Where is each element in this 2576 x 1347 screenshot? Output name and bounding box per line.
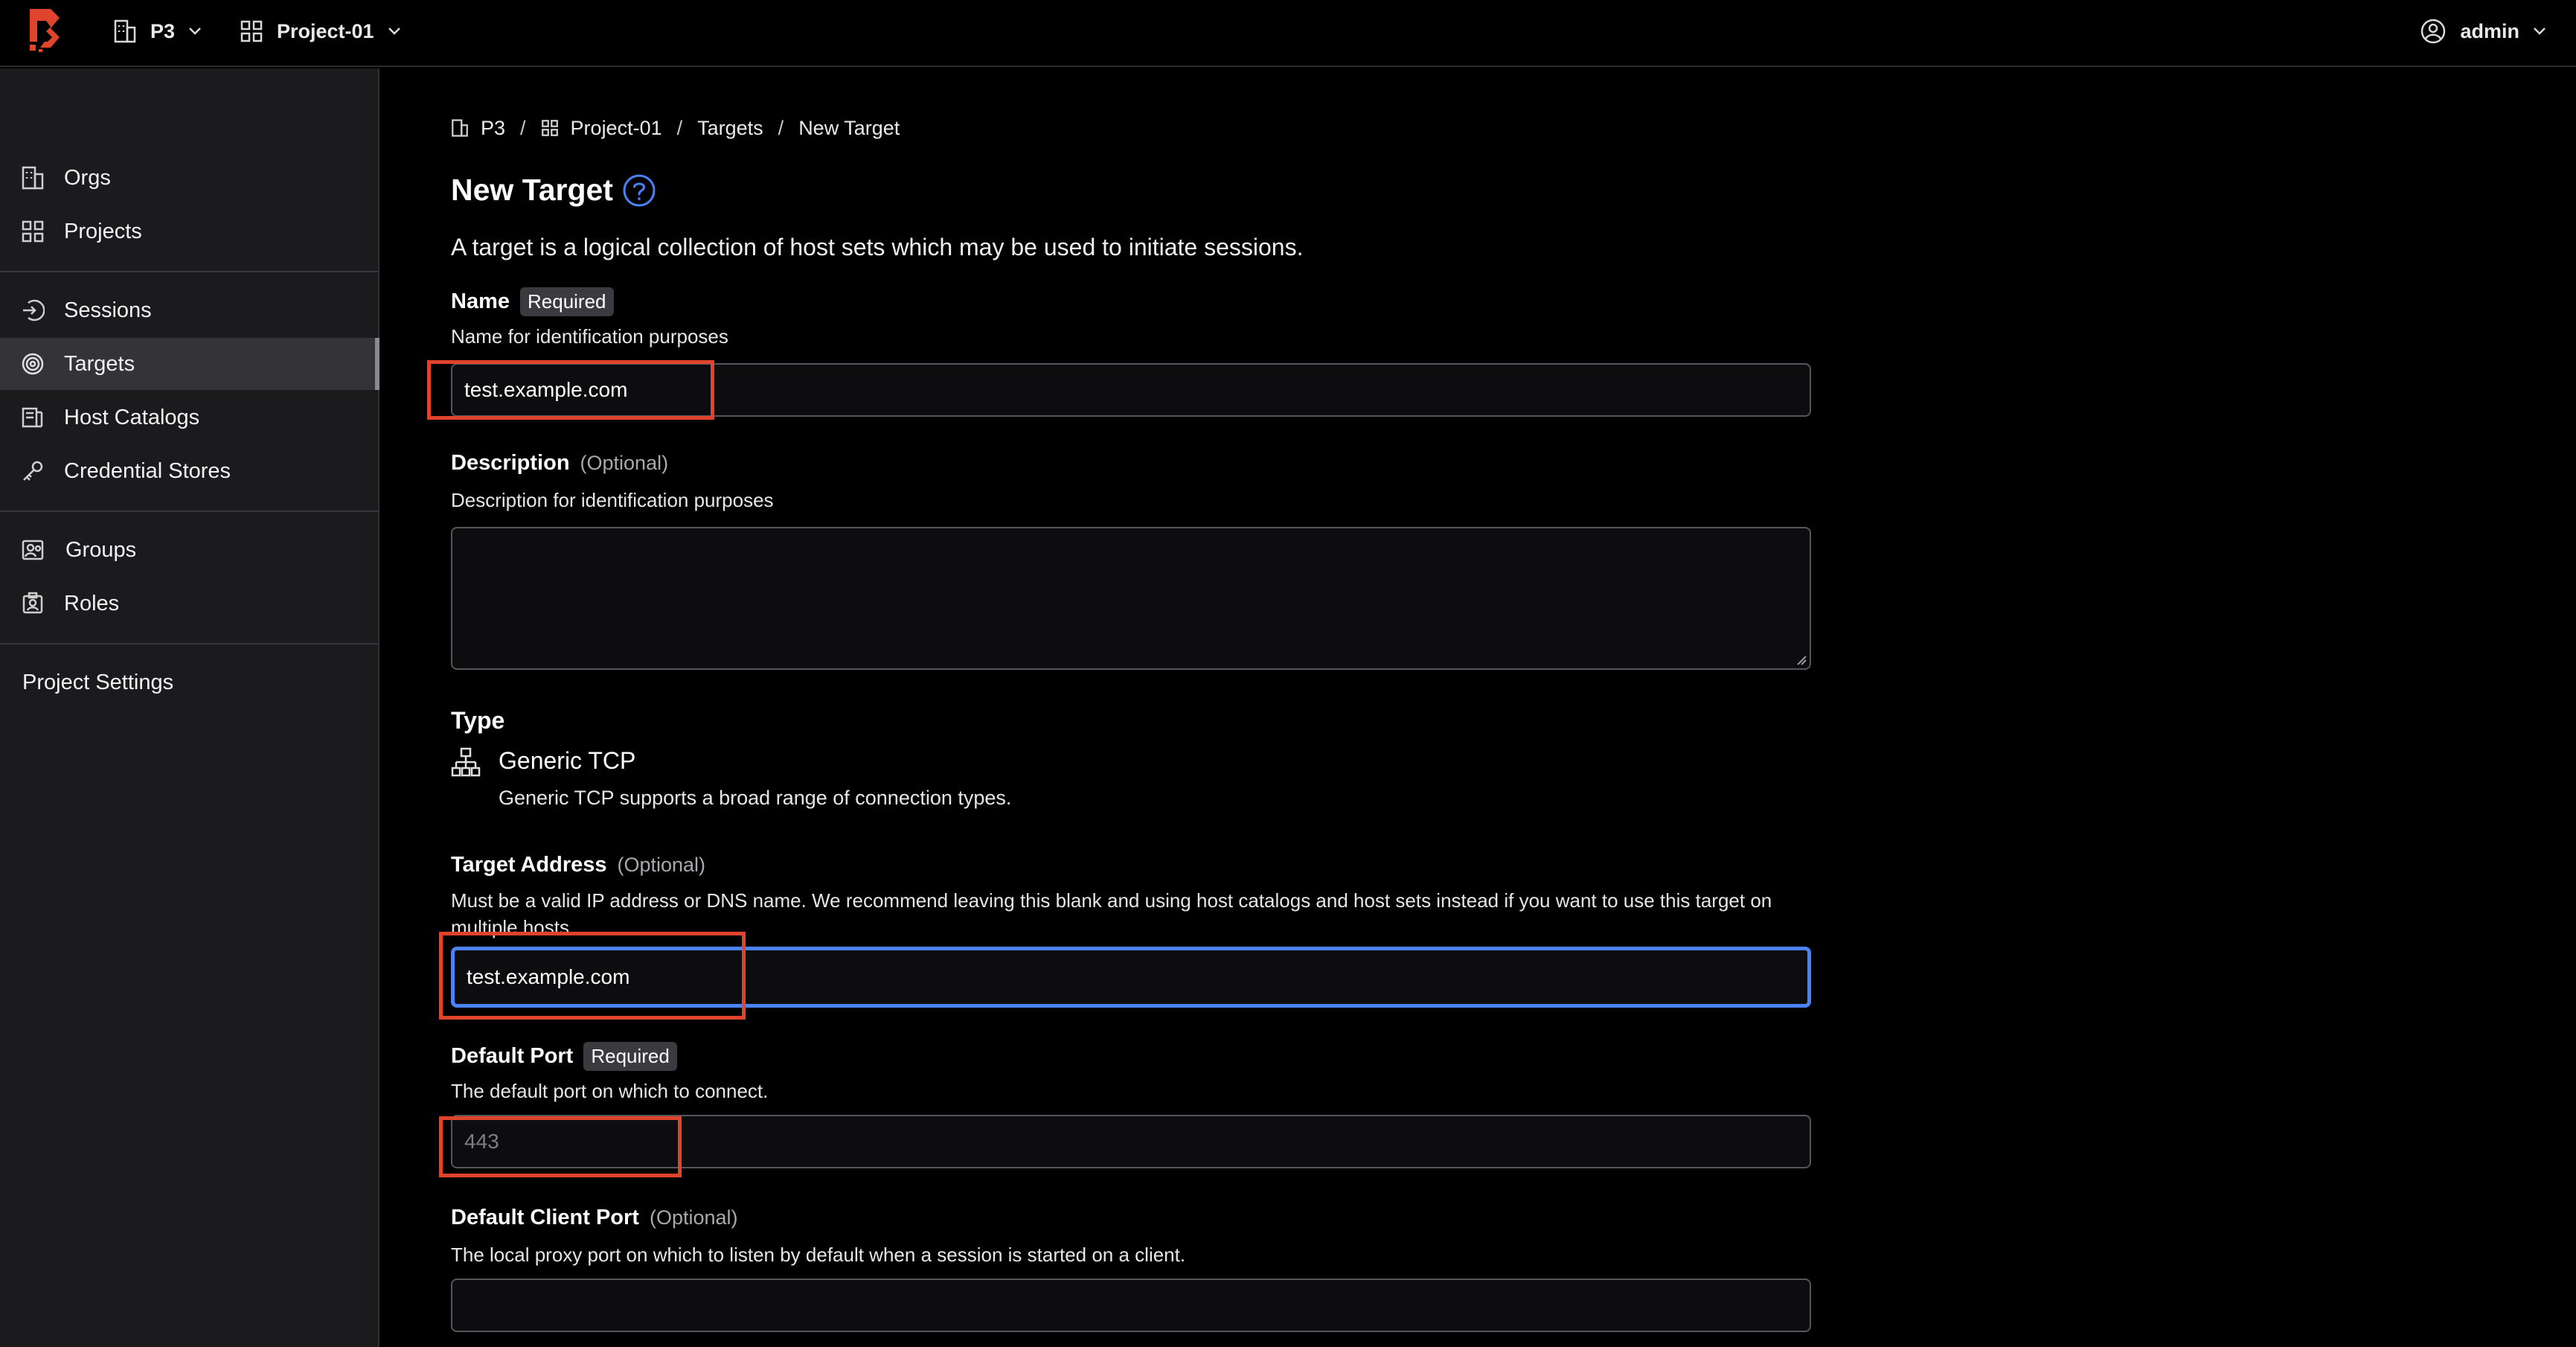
optional-tag: (Optional) <box>649 1206 738 1229</box>
building-icon <box>114 19 136 43</box>
type-label: Type <box>451 707 505 734</box>
sidebar-item-targets[interactable]: Targets <box>0 338 379 390</box>
user-circle-icon <box>2421 19 2446 44</box>
groups-icon <box>22 540 44 560</box>
name-input[interactable]: test.example.com <box>451 363 1811 417</box>
sidebar-item-orgs[interactable]: Orgs <box>0 152 378 204</box>
default-client-port-help: The local proxy port on which to listen … <box>451 1244 1186 1266</box>
building-icon <box>452 119 468 137</box>
breadcrumb-org[interactable]: P3 <box>481 117 505 140</box>
type-text: Generic TCP Generic TCP supports a broad… <box>499 747 1011 810</box>
name-label-text: Name <box>451 289 510 313</box>
default-port-help: The default port on which to connect. <box>451 1080 769 1102</box>
grid-icon <box>22 220 44 243</box>
sidebar-item-label: Groups <box>65 537 137 562</box>
boundary-logo[interactable] <box>25 6 67 54</box>
sidebar-item-groups[interactable]: Groups <box>0 524 378 576</box>
chevron-down-icon <box>388 28 400 35</box>
sidebar-item-label: Credential Stores <box>64 458 231 483</box>
sidebar-item-label: Project Settings <box>22 670 174 694</box>
sidebar-item-roles[interactable]: Roles <box>0 577 378 630</box>
page-title: New Target <box>451 173 656 208</box>
target-address-help: Must be a valid IP address or DNS name. … <box>451 889 1772 938</box>
name-input-value: test.example.com <box>464 378 628 401</box>
host-catalog-icon <box>22 407 43 428</box>
user-name: admin <box>2460 19 2519 42</box>
sidebar-item-label: Roles <box>64 591 120 615</box>
building-icon <box>22 166 44 190</box>
type-name: Generic TCP <box>499 747 636 774</box>
org-switcher[interactable]: P3 <box>113 0 202 63</box>
page-description: A target is a logical collection of host… <box>451 234 1304 260</box>
target-address-label: Target Address (Optional) <box>451 853 705 877</box>
default-port-label: Default Port Required <box>451 1042 677 1071</box>
type-option: Generic TCP Generic TCP supports a broad… <box>451 747 1011 810</box>
default-client-port-label: Default Client Port (Optional) <box>451 1206 738 1230</box>
sidebar-item-label: Orgs <box>64 165 111 190</box>
target-address-label-text: Target Address <box>451 853 607 877</box>
type-description: Generic TCP supports a broad range of co… <box>499 787 1012 809</box>
required-badge: Required <box>583 1042 677 1071</box>
breadcrumb-separator: / <box>676 116 683 139</box>
breadcrumb-project[interactable]: Project-01 <box>571 117 662 140</box>
project-name: Project-01 <box>277 19 374 42</box>
resize-handle-icon[interactable] <box>1796 655 1807 665</box>
sidebar-divider <box>0 271 378 272</box>
breadcrumb-current: New Target <box>798 116 900 139</box>
project-switcher[interactable]: Project-01 <box>240 0 401 63</box>
user-menu[interactable]: admin <box>2420 0 2546 63</box>
sidebar-item-projects[interactable]: Projects <box>0 205 378 257</box>
org-name: P3 <box>150 19 176 42</box>
sidebar: Orgs Projects Sessions Targets Host Cata… <box>0 68 379 1347</box>
target-icon <box>22 353 44 375</box>
main-content: P3 / Project-01 / Targets / New Target N… <box>381 68 2576 1347</box>
network-icon <box>451 747 481 777</box>
help-icon[interactable] <box>622 173 656 208</box>
key-icon <box>23 461 43 481</box>
chevron-down-icon <box>189 28 201 35</box>
sidebar-item-project-settings[interactable]: Project Settings <box>0 656 378 708</box>
sidebar-item-host-catalogs[interactable]: Host Catalogs <box>0 391 378 444</box>
target-address-input[interactable]: test.example.com <box>451 947 1811 1008</box>
sidebar-item-label: Host Catalogs <box>64 405 200 429</box>
sidebar-item-label: Projects <box>64 219 142 243</box>
breadcrumb: P3 / Project-01 / Targets / New Target <box>451 113 900 143</box>
target-address-input-value: test.example.com <box>467 965 630 988</box>
page-title-text: New Target <box>451 173 613 207</box>
required-badge: Required <box>520 287 614 316</box>
session-icon <box>23 299 45 321</box>
sidebar-divider <box>0 643 378 644</box>
roles-icon <box>22 592 43 614</box>
default-client-port-label-text: Default Client Port <box>451 1206 639 1229</box>
sidebar-item-sessions[interactable]: Sessions <box>0 284 378 336</box>
breadcrumb-targets[interactable]: Targets <box>697 117 763 140</box>
sidebar-item-label: Targets <box>64 351 135 376</box>
breadcrumb-separator: / <box>520 116 526 139</box>
default-port-label-text: Default Port <box>451 1044 574 1068</box>
sidebar-item-credential-stores[interactable]: Credential Stores <box>0 445 378 497</box>
description-label-text: Description <box>451 451 570 475</box>
name-label: Name Required <box>451 287 614 316</box>
breadcrumb-separator: / <box>778 116 784 139</box>
grid-icon <box>240 20 263 42</box>
sidebar-divider <box>0 511 378 512</box>
sidebar-item-label: Sessions <box>64 298 152 322</box>
chevron-down-icon <box>2534 28 2545 35</box>
default-port-input[interactable]: 443 <box>451 1115 1811 1168</box>
grid-icon <box>541 120 558 136</box>
default-client-port-input[interactable] <box>451 1279 1811 1332</box>
default-port-placeholder: 443 <box>464 1130 499 1153</box>
optional-tag: (Optional) <box>580 452 669 474</box>
description-help: Description for identification purposes <box>451 489 774 511</box>
description-textarea[interactable] <box>451 527 1811 670</box>
name-help: Name for identification purposes <box>451 325 728 348</box>
optional-tag: (Optional) <box>617 854 706 876</box>
description-label: Description (Optional) <box>451 451 668 476</box>
top-bar: P3 Project-01 admin <box>0 0 2576 67</box>
